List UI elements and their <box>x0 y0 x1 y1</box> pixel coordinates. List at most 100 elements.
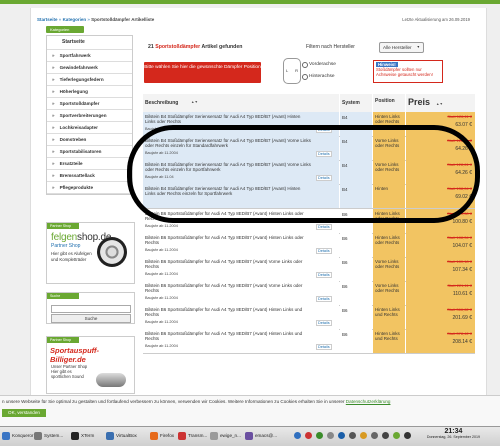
position-value: Vorne Links oder Rechts <box>375 259 400 270</box>
tray-icon[interactable] <box>360 432 367 439</box>
partner-text: Hier gibt es Alufelgen und Kompletträder <box>51 251 92 262</box>
tray-icon[interactable] <box>393 432 400 439</box>
table-row[interactable]: Bilstein B6 Sportstoßdämpfer für Audi A4… <box>143 329 475 354</box>
front-axle-radio[interactable] <box>302 62 308 68</box>
sidebar-item-start[interactable]: Startseite <box>47 36 132 50</box>
sidebar-item[interactable]: » Domstreben <box>47 134 132 146</box>
col-header-price[interactable]: Preis ▲▼ <box>406 94 475 113</box>
position-banner: Bitte wählen Sie hier die gewünschte Däm… <box>144 62 261 83</box>
price: 104.07 € <box>452 243 472 249</box>
cell-system: B6 <box>340 305 372 329</box>
position-value: Hinten Links oder Rechts <box>375 235 400 246</box>
table-row[interactable]: Bilstein B6 Sportstoßdämpfer für Audi A4… <box>143 233 475 258</box>
taskbar-item[interactable]: Konqueror <box>2 430 33 442</box>
position-value: Hinten Links oder Rechts <box>375 114 400 125</box>
cell-price: Statt 221,11 € 110.61 € <box>406 281 475 305</box>
sidebar-item[interactable]: » Sportverbreiterungen <box>47 110 132 122</box>
cookie-ok-button[interactable]: OK, verstanden <box>2 409 46 417</box>
sidebar-item-label: Bremssattellack <box>59 173 95 178</box>
product-desc[interactable]: Bilstein B6 Sportstoßdämpfer für Audi A4… <box>145 259 311 270</box>
tray-icon[interactable] <box>294 432 301 439</box>
cookie-bar: n unsere Webseite für Sie optimal zu ges… <box>0 395 500 427</box>
taskbar-item[interactable]: VirtualBox <box>106 430 137 442</box>
product-desc[interactable]: Bilstein B6 Sportstoßdämpfer für Audi A4… <box>145 331 311 342</box>
details-button[interactable]: Details <box>316 344 332 350</box>
sidebar-item[interactable]: » Gewindefahrwerk <box>47 62 132 74</box>
details-button[interactable]: Details <box>316 272 332 278</box>
build-year: Baujahr ab 11.2004 <box>145 344 178 348</box>
sidebar-item[interactable]: » Höherlegung <box>47 86 132 98</box>
sidebar-item[interactable]: » Sportstoßdämpfer <box>47 98 132 110</box>
col-header-system[interactable]: System <box>340 94 372 113</box>
sidebar-item-label: Sportstabilisatoren <box>59 149 102 154</box>
tray-icon[interactable] <box>338 432 345 439</box>
taskbar-item[interactable]: XTerm <box>71 430 94 442</box>
clock[interactable]: 21:34 Donnerstag, 26. September 2019 <box>427 428 480 439</box>
taskbar-item[interactable]: ewige_n... <box>210 430 241 442</box>
tray-icon[interactable] <box>349 432 356 439</box>
wheel-icon <box>97 237 127 267</box>
system-value: B4 <box>342 115 348 120</box>
sidebar-item[interactable]: » Bremssattellack <box>47 170 132 182</box>
sidebar-item[interactable]: » Lochkreisadapter <box>47 122 132 134</box>
details-button[interactable]: Details <box>316 296 332 302</box>
details-button[interactable]: Details <box>316 248 332 254</box>
old-price: Statt 188,34 € <box>447 235 472 240</box>
cell-position: Hinten Links oder Rechts <box>373 233 405 257</box>
sidebar-item[interactable]: » Ersatzteile <box>47 158 132 170</box>
breadcrumb-home[interactable]: Startseite <box>37 17 58 22</box>
product-desc[interactable]: Bilstein B4 Stoßdämpfer Seriensersatz fü… <box>145 114 311 125</box>
privacy-link[interactable]: Datenschutzerklärung <box>346 399 391 404</box>
system-value: B6 <box>342 308 348 313</box>
window-icon <box>210 431 218 440</box>
taskbar-item[interactable]: emacs@... <box>245 430 277 442</box>
tray-icon[interactable] <box>316 432 323 439</box>
tray-icon[interactable] <box>404 432 411 439</box>
bullet-icon: » <box>52 77 55 82</box>
table-row[interactable]: Bilstein B6 Sportstoßdämpfer für Audi A4… <box>143 305 475 330</box>
partner-auspuff[interactable]: Partner Shop Sportauspuff-Billiger.de Un… <box>46 336 135 394</box>
bullet-icon: » <box>52 149 55 154</box>
bullet-icon: » <box>52 53 55 58</box>
virtualbox-icon <box>106 431 114 440</box>
tray-icon[interactable] <box>327 432 334 439</box>
table-row[interactable]: Bilstein B6 Sportstoßdämpfer für Audi A4… <box>143 281 475 306</box>
tray-icon[interactable] <box>371 432 378 439</box>
highlight-ring <box>127 125 480 223</box>
product-desc[interactable]: Bilstein B6 Sportstoßdämpfer für Audi A4… <box>145 283 311 294</box>
partner-felgenshop[interactable]: Partner Shop felgenshop.de Partner Shop … <box>46 222 135 284</box>
sidebar-item[interactable]: » Tieferlegungsfedern <box>47 74 132 86</box>
search-input[interactable] <box>51 305 131 313</box>
rear-axle-label: Hinterachse <box>309 74 335 79</box>
col-header-position[interactable]: Position <box>373 94 405 113</box>
search-button[interactable]: Suche <box>51 314 131 323</box>
tray-icon[interactable] <box>382 432 389 439</box>
transmission-icon <box>178 431 186 440</box>
product-desc[interactable]: Bilstein B6 Sportstoßdämpfer für Audi A4… <box>145 307 311 318</box>
taskbar-item[interactable]: System... <box>34 430 63 442</box>
sidebar-item[interactable]: » Sportfahrwerk <box>47 50 132 62</box>
manufacturer-select[interactable]: Alle Hersteller <box>379 42 424 53</box>
system-value: B6 <box>342 260 348 265</box>
details-button[interactable]: Details <box>316 320 332 326</box>
build-year: Baujahr ab 11.2004 <box>145 272 178 276</box>
rear-axle-radio[interactable] <box>302 74 308 80</box>
product-desc[interactable]: Bilstein B6 Sportstoßdämpfer für Audi A4… <box>145 235 311 246</box>
cell-desc: Bilstein B6 Sportstoßdämpfer für Audi A4… <box>143 329 339 353</box>
cell-position: Vorne Links oder Rechts <box>373 281 405 305</box>
partner-header: Partner Shop <box>47 223 79 229</box>
build-year: Baujahr ab 11.2004 <box>145 224 178 228</box>
xterm-icon <box>71 431 79 440</box>
sidebar-item[interactable]: » Pflegeprodukte <box>47 182 132 194</box>
sidebar-item-label: Tieferlegungsfedern <box>59 77 104 82</box>
breadcrumb-cat[interactable]: Kategorien <box>63 17 87 22</box>
taskbar-item[interactable]: Transm... <box>178 430 207 442</box>
build-year: Baujahr ab 11.2004 <box>145 320 178 324</box>
table-row[interactable]: Bilstein B6 Sportstoßdämpfer für Audi A4… <box>143 257 475 282</box>
taskbar-item[interactable]: Firefox <box>150 430 174 442</box>
tray-icon[interactable] <box>305 432 312 439</box>
details-button[interactable]: Details <box>316 224 332 230</box>
col-header-desc[interactable]: Beschreibung ▲▼ <box>143 94 339 113</box>
bullet-icon: » <box>52 185 55 190</box>
sidebar-item[interactable]: » Sportstabilisatoren <box>47 146 132 158</box>
